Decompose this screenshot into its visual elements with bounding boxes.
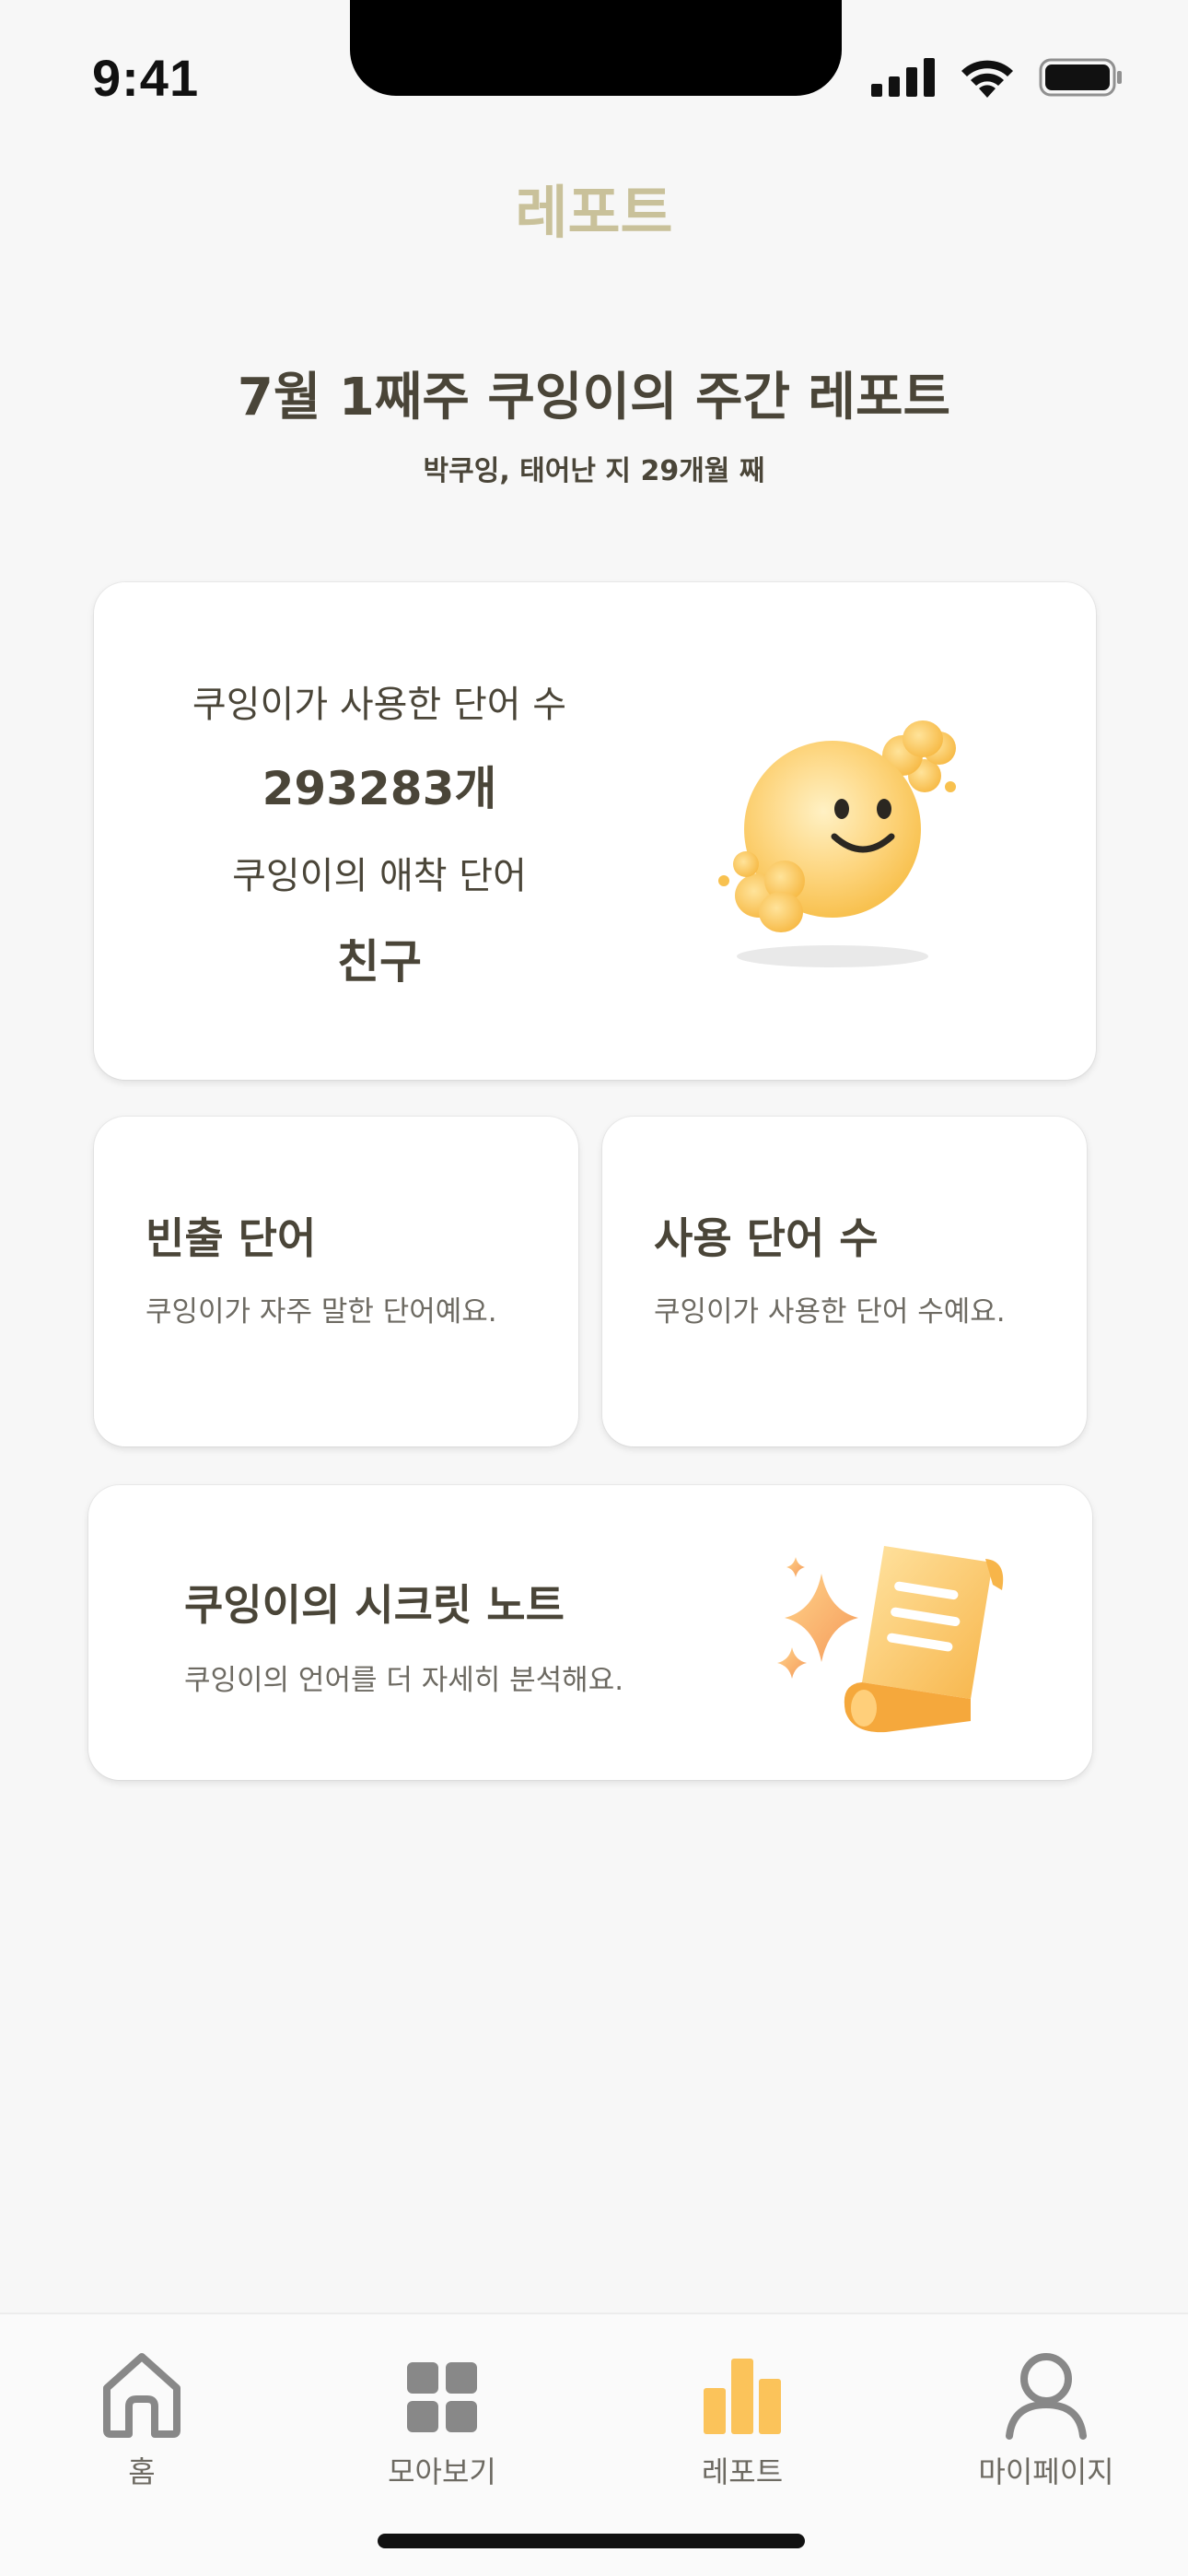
report-title: 7월 1째주 쿠잉이의 주간 레포트 — [237, 368, 951, 427]
bar-chart-icon — [704, 2359, 781, 2434]
secret-note-title: 쿠잉이의 시크릿 노트 — [184, 1580, 565, 1630]
battery-icon — [1039, 58, 1122, 97]
device-notch — [350, 0, 842, 96]
tab-mypage-label: 마이페이지 — [978, 2454, 1114, 2489]
tab-home-label: 홈 — [128, 2454, 156, 2489]
word-count-desc: 쿠잉이가 사용한 단어 수예요. — [654, 1295, 1006, 1329]
home-indicator[interactable] — [378, 2534, 805, 2548]
favorite-word-label: 쿠잉이의 애착 단어 — [232, 855, 527, 897]
frequent-words-card[interactable]: 빈출 단어 쿠잉이가 자주 말한 단어예요. — [94, 1117, 578, 1446]
words-count-value: 293283개 — [262, 762, 497, 815]
home-icon — [103, 2353, 181, 2438]
mascot-illustration — [718, 720, 956, 967]
status-time: 9:41 — [92, 49, 200, 107]
tab-report-label: 레포트 — [701, 2454, 784, 2489]
scroll-sparkle-illustration — [777, 1546, 1004, 1733]
word-count-card[interactable]: 사용 단어 수 쿠잉이가 사용한 단어 수예요. — [602, 1117, 1087, 1446]
frequent-words-title: 빈출 단어 — [146, 1213, 317, 1263]
summary-card[interactable]: 쿠잉이가 사용한 단어 수 293283개 쿠잉이의 애착 단어 친구 — [94, 582, 1096, 1080]
signal-icon — [871, 58, 935, 97]
wifi-icon — [961, 60, 1013, 98]
favorite-word-value: 친구 — [337, 935, 422, 989]
secret-note-desc: 쿠잉이의 언어를 더 자세히 분석해요. — [184, 1664, 624, 1697]
grid-icon — [407, 2362, 477, 2432]
report-screen: 9:41 레포트 7월 1째주 쿠잉이의 주간 레포트 박쿠잉, 태어난 지 2… — [0, 0, 1188, 2576]
status-icons — [871, 57, 1124, 98]
words-count-label: 쿠잉이가 사용한 단어 수 — [192, 684, 567, 726]
tab-mypage[interactable]: 마이페이지 — [936, 2342, 1157, 2491]
frequent-words-desc: 쿠잉이가 자주 말한 단어예요. — [146, 1295, 497, 1329]
tab-collection-label: 모아보기 — [388, 2454, 496, 2489]
word-count-title: 사용 단어 수 — [654, 1213, 879, 1263]
tab-report[interactable]: 레포트 — [632, 2342, 853, 2491]
tab-home[interactable]: 홈 — [31, 2342, 252, 2491]
report-subtitle: 박쿠잉, 태어난 지 29개월 째 — [423, 455, 765, 487]
secret-note-card[interactable]: 쿠잉이의 시크릿 노트 쿠잉이의 언어를 더 자세히 분석해요. — [88, 1485, 1092, 1780]
tab-collection[interactable]: 모아보기 — [332, 2342, 553, 2491]
page-title: 레포트 — [515, 179, 673, 246]
person-icon — [1006, 2353, 1087, 2440]
